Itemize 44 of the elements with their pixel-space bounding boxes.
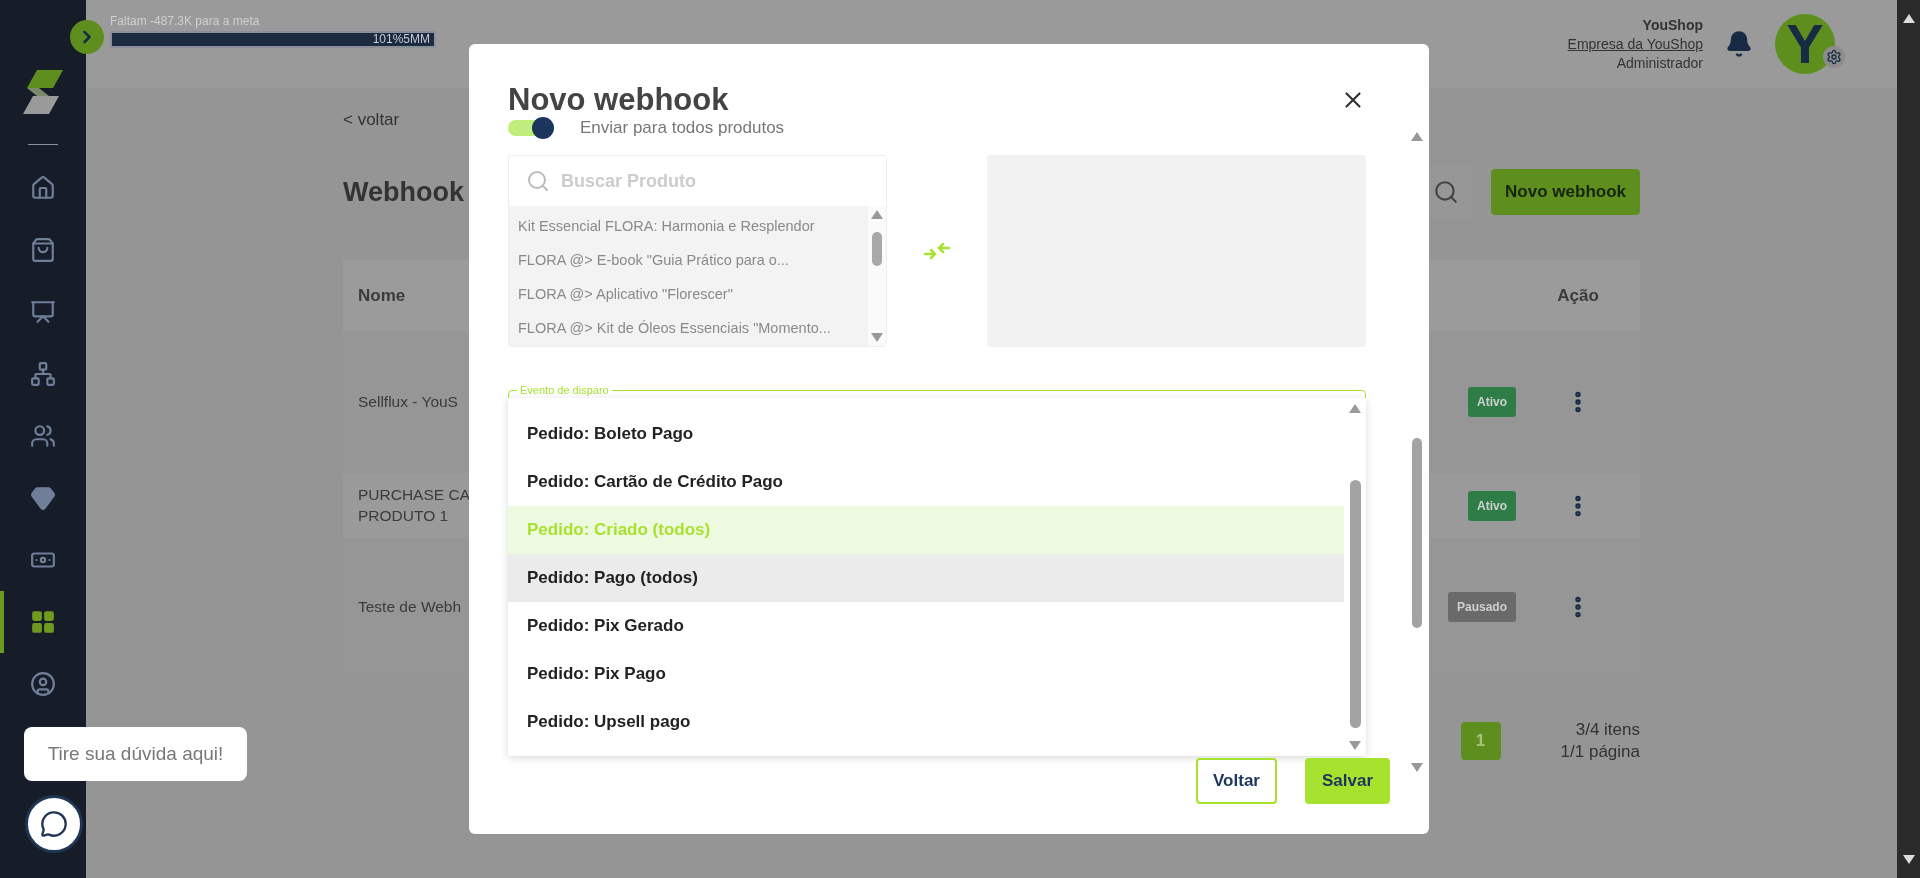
status-badge: Ativo: [1468, 387, 1516, 417]
company-link[interactable]: Empresa da YouShop: [1567, 36, 1703, 52]
page-title: Webhook: [343, 176, 464, 208]
settings-icon[interactable]: [1823, 46, 1845, 68]
product-item[interactable]: Kit Essencial FLORA: Harmonia e Resplendor: [509, 209, 868, 243]
house-icon: [30, 175, 56, 201]
user-circle-icon: [30, 671, 56, 697]
scroll-down-arrow-icon[interactable]: [1902, 855, 1915, 864]
scrollbar-thumb[interactable]: [1350, 480, 1361, 728]
product-item[interactable]: FLORA @> E-book "Guia Prático para o...: [509, 243, 868, 277]
items-count: 3/4 itens: [1575, 720, 1640, 740]
network-icon: [30, 361, 56, 387]
gem-icon: [30, 485, 56, 511]
account-name: YouShop: [1642, 17, 1703, 33]
status-badge: Pausado: [1448, 592, 1516, 622]
column-header: Ação: [1557, 285, 1599, 306]
chat-bubble-icon: [40, 810, 68, 838]
page-count: 1/1 página: [1560, 742, 1640, 762]
bell-icon[interactable]: [1725, 30, 1753, 58]
dialog-title: Novo webhook: [508, 82, 729, 118]
scroll-up-arrow-icon[interactable]: [1902, 14, 1915, 23]
scrollbar-thumb[interactable]: [871, 232, 882, 266]
people-icon: [30, 423, 56, 449]
save-button[interactable]: Salvar: [1304, 758, 1390, 804]
product-item[interactable]: FLORA @> Aplicativo "Florescer": [509, 277, 868, 311]
column-header: Nome: [358, 285, 406, 306]
status-badge: Ativo: [1468, 490, 1516, 521]
avatar[interactable]: Y: [1775, 14, 1835, 74]
search-icon: [526, 169, 550, 193]
help-tooltip: Tire sua dúvida aqui!: [24, 727, 247, 781]
bag-icon: [30, 237, 56, 263]
send-all-toggle[interactable]: [508, 120, 554, 136]
new-webhook-button[interactable]: Novo webhook: [1491, 169, 1640, 215]
dropdown-option[interactable]: Pedido: Pago (todos): [508, 554, 1344, 602]
logo-icon: [23, 68, 63, 116]
field-label: Evento de disparo: [517, 384, 612, 396]
chart-board-icon: [30, 299, 56, 325]
goal-progress-label: 101%5MM: [372, 32, 430, 46]
back-button[interactable]: Voltar: [1196, 758, 1277, 804]
toggle-label: Enviar para todos produtos: [580, 118, 785, 138]
search-icon: [1433, 179, 1460, 205]
account-role: Administrador: [1616, 55, 1703, 71]
grid-icon: [30, 609, 56, 635]
scrollbar-thumb[interactable]: [1412, 438, 1422, 628]
